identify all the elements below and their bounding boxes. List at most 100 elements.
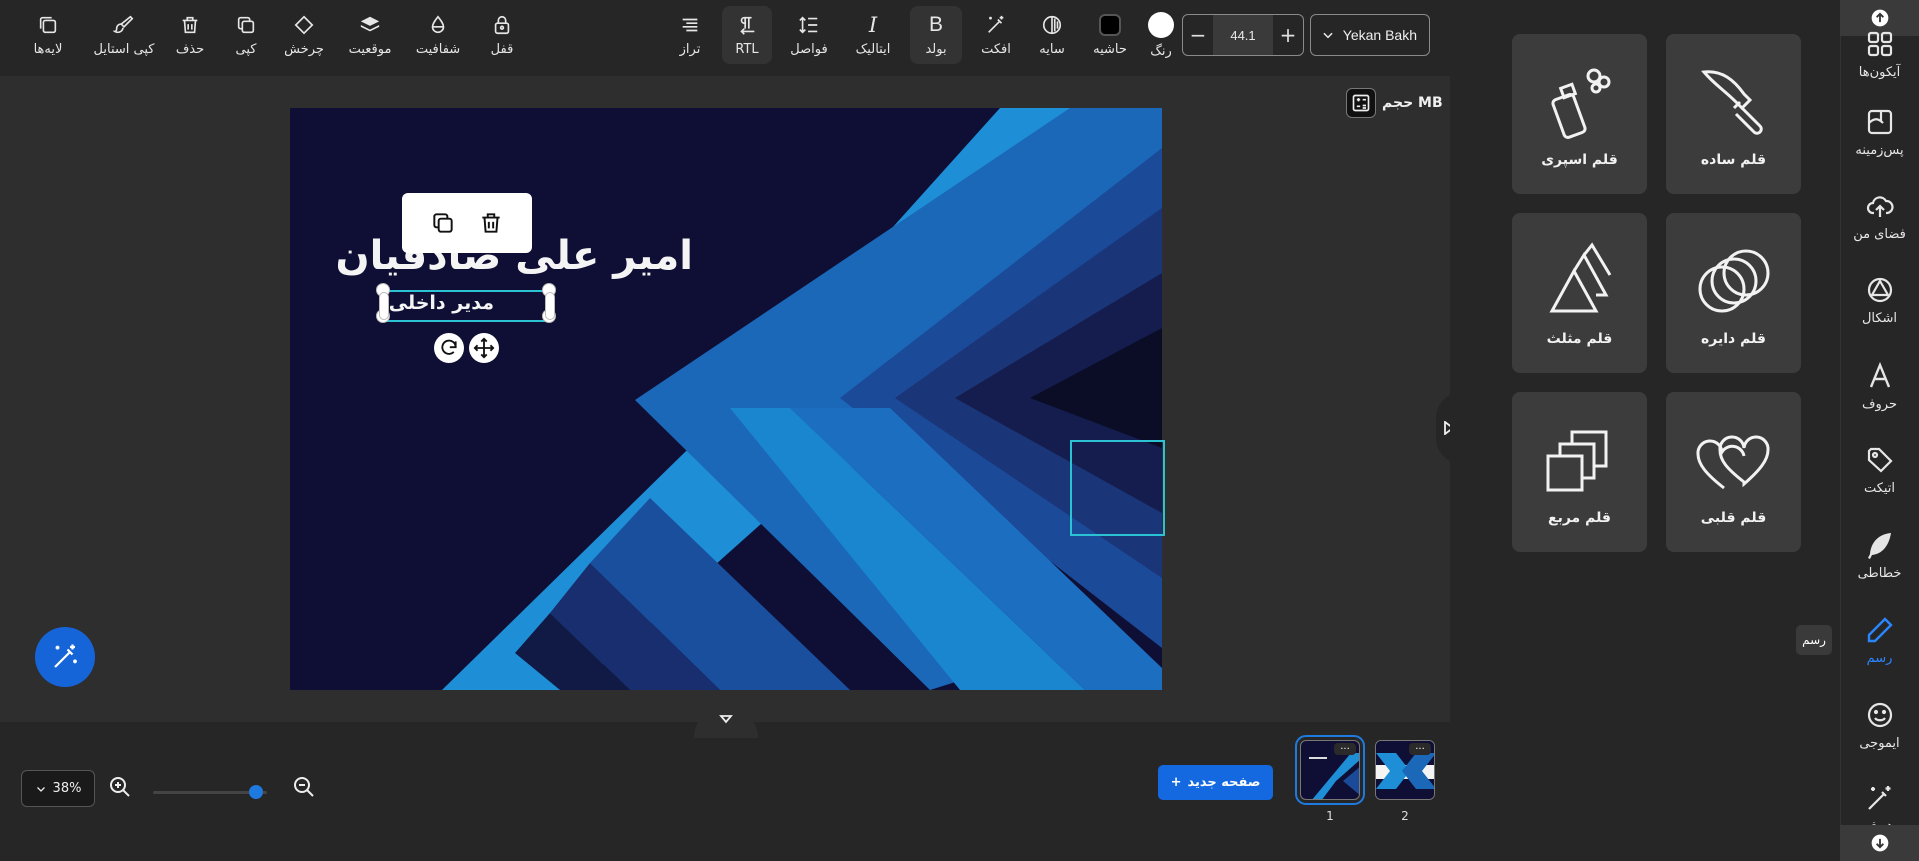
paragraph-rtl-icon	[740, 16, 755, 35]
color-button[interactable]: رنگ	[1144, 6, 1178, 64]
layers-button[interactable]: لایه‌ها	[18, 6, 78, 64]
border-button[interactable]: حاشیه	[1088, 6, 1132, 64]
sidebar-item-label: حروف	[1862, 396, 1897, 412]
rtl-button[interactable]: RTL	[722, 6, 772, 64]
chevron-down-icon	[1323, 32, 1333, 39]
font-size-value[interactable]: 44.1	[1213, 15, 1273, 55]
selection-context-menu	[402, 193, 532, 253]
selected-text[interactable]: مدیر داخلی	[384, 292, 494, 314]
zoom-out-icon[interactable]	[292, 775, 316, 799]
hearts-icon	[1695, 435, 1770, 490]
sidebar-item-letters[interactable]: حروف	[1840, 346, 1919, 426]
magic-wand-icon	[54, 644, 77, 668]
file-size-indicator[interactable]: حجم MB	[1346, 88, 1443, 118]
circles-icon	[1698, 249, 1769, 313]
copy-icon	[237, 16, 255, 33]
move-arrows-icon	[473, 337, 495, 359]
sidebar-scroll-down-button[interactable]	[1840, 825, 1919, 861]
font-size-stepper[interactable]: − 44.1 +	[1182, 14, 1304, 56]
position-button[interactable]: موقعیت	[342, 6, 398, 64]
decrease-font-size-button[interactable]: −	[1183, 15, 1213, 55]
page-number-1: 1	[1326, 809, 1334, 823]
sidebar-item-shapes[interactable]: اشکال	[1840, 260, 1919, 340]
sidebar-item-label: فضای من	[1853, 226, 1906, 242]
tag-icon	[1867, 447, 1893, 473]
rotate-handle[interactable]	[434, 333, 464, 363]
squares-icon	[1546, 430, 1607, 492]
spacing-button[interactable]: فواصل	[784, 6, 834, 64]
italic-button[interactable]: I ایتالیک	[848, 6, 898, 64]
zoom-slider-thumb[interactable]	[248, 785, 263, 799]
pen-simple-card[interactable]: قلم ساده	[1666, 34, 1801, 194]
smiley-icon	[1867, 702, 1892, 727]
letter-a-icon	[1869, 361, 1890, 387]
shapes-icon	[1867, 277, 1892, 302]
duplicate-icon[interactable]	[430, 210, 456, 236]
lock-icon	[494, 15, 510, 34]
drop-icon	[431, 14, 445, 33]
copy-button[interactable]: کپی	[226, 6, 266, 64]
chevron-down-icon	[36, 786, 45, 792]
pen-spray-card[interactable]: قلم اسپری	[1512, 34, 1647, 194]
pen-triangle-card[interactable]: قلم مثلث	[1512, 213, 1647, 373]
cloud-upload-icon	[1866, 195, 1894, 217]
lock-button[interactable]: قفل	[482, 6, 522, 64]
sidebar-item-emoji[interactable]: ایموجی	[1840, 685, 1919, 765]
trash-icon[interactable]	[478, 210, 504, 236]
sidebar-item-my-space[interactable]: فضای من	[1840, 176, 1919, 256]
sidebar-item-tags[interactable]: اتیکت	[1840, 430, 1919, 510]
draw-tooltip: رسم	[1796, 625, 1832, 655]
shadow-button[interactable]: سایه	[1032, 6, 1072, 64]
pen-heart-card[interactable]: قلم قلبی	[1666, 392, 1801, 552]
font-family-value: Yekan Bakh	[1342, 27, 1417, 43]
shadow-icon	[1042, 15, 1062, 34]
align-right-icon	[682, 18, 698, 31]
resize-handle-left[interactable]	[379, 292, 389, 320]
triangles-icon	[1548, 242, 1611, 313]
opacity-button[interactable]: شفافیت	[412, 6, 464, 64]
effect-button[interactable]: افکت	[974, 6, 1018, 64]
pen-square-card[interactable]: قلم مربع	[1512, 392, 1647, 552]
empty-image-frame[interactable]	[1070, 440, 1165, 536]
page-number-2: 2	[1401, 809, 1409, 823]
brush-icon	[1700, 70, 1763, 135]
resize-handle-right[interactable]	[545, 292, 555, 320]
rotate-tag-icon	[294, 15, 314, 34]
sidebar-item-background[interactable]: پس‌زمینه	[1840, 92, 1919, 172]
delete-button[interactable]: حذف	[170, 6, 210, 64]
sidebar-item-icons[interactable]: آیکون‌ها	[1840, 14, 1919, 94]
sidebar-item-label: اشکال	[1861, 310, 1898, 326]
pen-circle-card[interactable]: قلم دایره	[1666, 213, 1801, 373]
feather-icon	[1867, 532, 1891, 559]
ai-magic-button[interactable]	[35, 627, 95, 687]
sidebar-item-calligraphy[interactable]: خطاطی	[1840, 515, 1919, 595]
page-options-button[interactable]: ...	[1334, 742, 1356, 755]
increase-font-size-button[interactable]: +	[1273, 15, 1303, 55]
file-size-label: حجم MB	[1382, 95, 1443, 111]
zoom-in-icon[interactable]	[108, 775, 132, 799]
copy-style-button[interactable]: کپی استایل	[84, 6, 164, 64]
paint-brush-icon	[113, 15, 134, 33]
zoom-select[interactable]: 38%	[21, 770, 95, 807]
bold-icon: B	[928, 12, 943, 36]
chevron-down-icon	[719, 715, 733, 724]
text-color-swatch	[1148, 11, 1174, 38]
font-family-select[interactable]: Yekan Bakh	[1310, 14, 1430, 56]
align-button[interactable]: تراز	[670, 6, 710, 64]
spray-can-icon	[1550, 68, 1610, 139]
move-handle[interactable]	[469, 333, 499, 363]
italic-icon: I	[868, 12, 878, 37]
stack-icon	[360, 16, 380, 31]
background-icon	[1867, 109, 1892, 134]
pencil-icon	[1867, 616, 1893, 642]
page-thumbnail-2[interactable]: ...	[1375, 740, 1435, 800]
page-options-button[interactable]: ...	[1409, 742, 1431, 755]
page-thumbnail-1[interactable]: ...	[1295, 735, 1365, 805]
bold-button[interactable]: B بولد	[910, 6, 962, 64]
rotate-icon	[441, 339, 457, 355]
rotate-button[interactable]: چرخش	[280, 6, 328, 64]
arrow-down-circle-icon	[1871, 834, 1888, 852]
sidebar-item-draw[interactable]: رسم	[1840, 600, 1919, 680]
calculator-icon	[1346, 88, 1376, 118]
new-page-button[interactable]: + صفحه جدید	[1158, 765, 1273, 800]
